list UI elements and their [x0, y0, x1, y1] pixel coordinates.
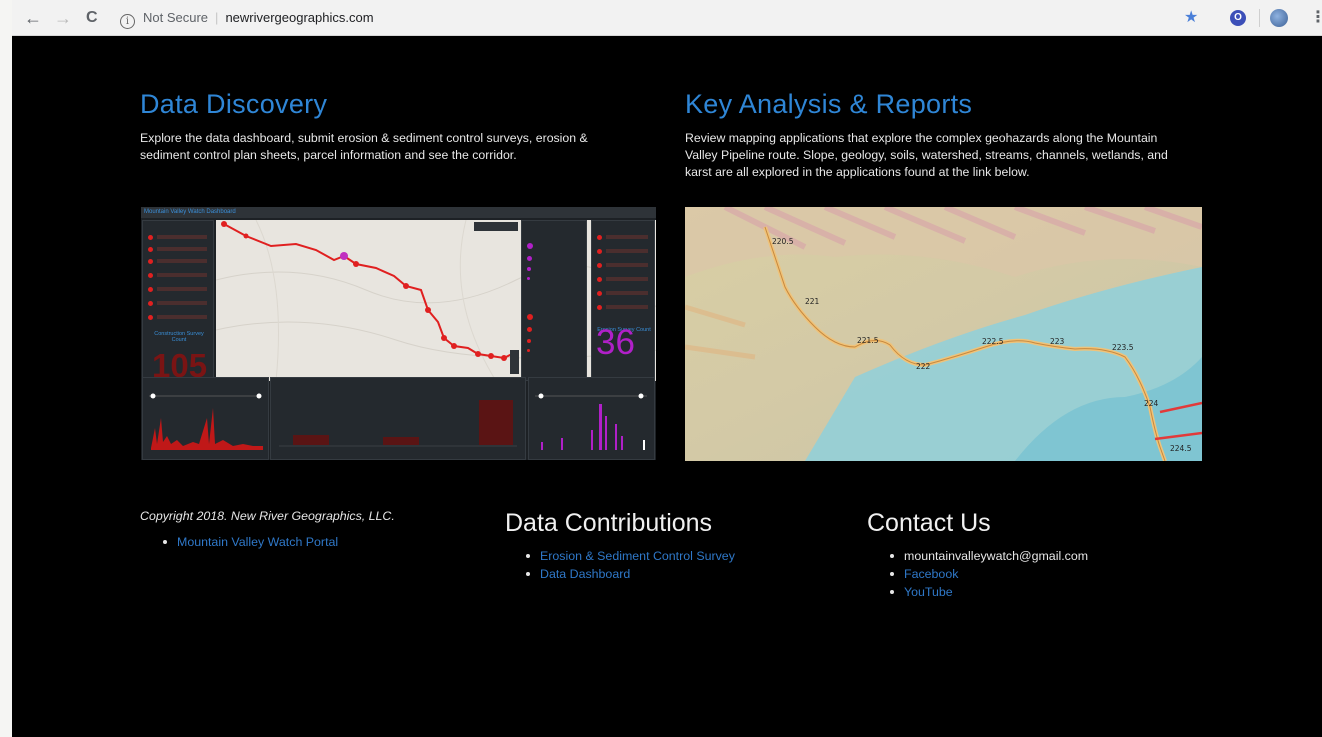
milepost-label: 221 — [805, 297, 820, 306]
mountain-valley-watch-portal-link[interactable]: Mountain Valley Watch Portal — [163, 533, 338, 551]
bookmark-star-icon[interactable]: ★ — [1184, 0, 1198, 36]
milepost-label: 220.5 — [772, 237, 794, 246]
security-label: Not Secure — [143, 10, 209, 25]
key-analysis-title[interactable]: Key Analysis & Reports — [685, 89, 972, 120]
window-edge — [0, 0, 12, 737]
extension-icon[interactable]: O — [1230, 10, 1246, 26]
construction-survey-label: Construction Survey Count — [154, 331, 204, 343]
copyright-text: Copyright 2018. New River Geographics, L… — [140, 509, 395, 523]
address-bar[interactable]: i Not Secure | newrivergeographics.com — [120, 7, 374, 29]
erosion-survey-count: 36 — [596, 323, 635, 362]
geohazard-map-image[interactable]: 220.5 221 221.5 222 222.5 223 223.5 224 … — [685, 207, 1202, 461]
legend-panel — [521, 220, 587, 381]
contact-us-title: Contact Us — [867, 509, 991, 537]
url-text[interactable]: newrivergeographics.com — [225, 10, 373, 25]
milepost-label: 221.5 — [857, 336, 879, 345]
data-contributions-list: Erosion & Sediment Control Survey Data D… — [526, 547, 735, 583]
forward-arrow-icon[interactable]: → — [54, 0, 72, 36]
construction-histogram — [142, 377, 269, 460]
facebook-link[interactable]: Facebook — [890, 565, 1088, 583]
milepost-label: 222.5 — [982, 337, 1004, 346]
dashboard-map — [216, 220, 656, 381]
contact-email: mountainvalleywatch@gmail.com — [890, 547, 1088, 565]
milepost-label: 223.5 — [1112, 343, 1134, 352]
dashboard-header-title: Mountain Valley Watch Dashboard — [144, 209, 236, 215]
erosion-histogram — [528, 377, 655, 460]
erosion-survey-link[interactable]: Erosion & Sediment Control Survey — [526, 547, 735, 565]
key-analysis-description: Review mapping applications that explore… — [685, 131, 1168, 179]
construction-survey-panel: Construction Survey Count 105 — [142, 220, 214, 384]
browser-toolbar: ← → C i Not Secure | newrivergeographics.co… — [12, 0, 1322, 36]
browser-menu-icon[interactable]: ⋮ — [1310, 0, 1322, 36]
address-separator: | — [215, 10, 219, 25]
footer-links-list: Mountain Valley Watch Portal — [163, 533, 338, 551]
data-discovery-title[interactable]: Data Discovery — [140, 89, 327, 120]
contact-list: mountainvalleywatch@gmail.com Facebook Y… — [890, 547, 1088, 601]
youtube-link[interactable]: YouTube — [890, 583, 1088, 601]
toolbar-divider — [1259, 9, 1260, 27]
timeline-chart — [270, 377, 526, 460]
reload-icon[interactable]: C — [86, 0, 98, 36]
info-icon[interactable]: i — [120, 14, 135, 29]
milepost-label: 222 — [916, 362, 931, 371]
milepost-label: 224 — [1144, 399, 1159, 408]
milepost-label: 224.5 — [1170, 444, 1192, 453]
milepost-label: 223 — [1050, 337, 1065, 346]
data-discovery-description: Explore the data dashboard, submit erosi… — [140, 131, 588, 162]
dashboard-preview-image[interactable]: Mountain Valley Watch Dashboard Construc… — [141, 207, 656, 460]
dashboard-header-bar: Mountain Valley Watch Dashboard — [141, 207, 656, 218]
data-contributions-title: Data Contributions — [505, 509, 713, 537]
back-arrow-icon[interactable]: ← — [24, 0, 42, 36]
data-dashboard-link[interactable]: Data Dashboard — [526, 565, 735, 583]
profile-avatar-icon[interactable] — [1270, 9, 1288, 27]
